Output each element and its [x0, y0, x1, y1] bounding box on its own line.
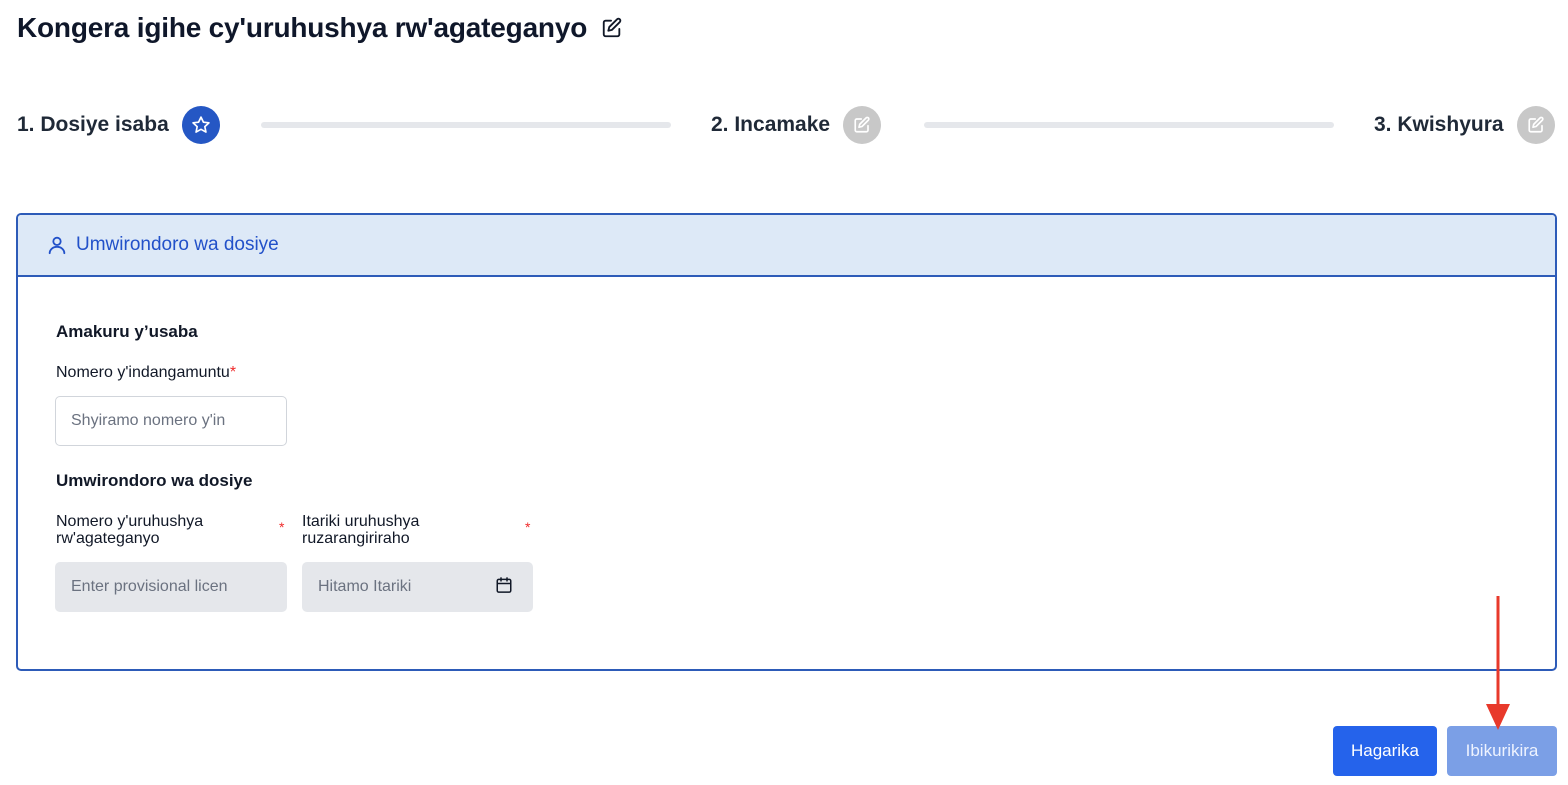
next-button[interactable]: Ibikurikira [1447, 726, 1557, 776]
step-incamake[interactable]: 2. Incamake [711, 106, 882, 144]
id-number-label: Nomero y'indangamuntu* [56, 364, 236, 381]
application-file-card: Umwirondoro wa dosiye Amakuru y’usaba No… [16, 213, 1557, 671]
cancel-button[interactable]: Hagarika [1333, 726, 1437, 776]
applicant-section-title: Amakuru y’usaba [56, 322, 198, 341]
expiry-date-label-line1: Itariki uruhushya [302, 513, 420, 530]
license-number-label: Nomero y'uruhushya rw'agateganyo [56, 513, 203, 547]
step-label: 3. Kwishyura [1374, 113, 1504, 136]
expiry-date-label-line2: ruzarangiriraho [302, 530, 410, 547]
calendar-icon[interactable] [495, 576, 513, 594]
license-number-label-line2: rw'agateganyo [56, 530, 160, 547]
page-root: Kongera igihe cy'uruhushya rw'agateganyo… [0, 0, 1568, 785]
file-section-title: Umwirondoro wa dosiye [56, 471, 253, 490]
expiry-date-label: Itariki uruhushya ruzarangiriraho [302, 513, 419, 547]
required-mark: * [279, 519, 285, 535]
edit-icon [854, 116, 870, 133]
step-status-active [181, 106, 220, 144]
stepper: 1. Dosiye isaba 2. Incamake 3. Kwishyura [17, 106, 1557, 144]
step-connector [261, 122, 671, 128]
step-connector [924, 122, 1334, 128]
provisional-license-number-input[interactable] [55, 562, 287, 612]
page-title: Kongera igihe cy'uruhushya rw'agateganyo [17, 10, 623, 46]
page-title-text: Kongera igihe cy'uruhushya rw'agateganyo [17, 12, 588, 43]
edit-title-icon[interactable] [601, 17, 623, 39]
user-icon [48, 236, 66, 255]
required-mark: * [525, 519, 531, 535]
step-dosiye-isaba[interactable]: 1. Dosiye isaba [17, 106, 220, 144]
step-status-inactive [1516, 106, 1555, 144]
card-header: Umwirondoro wa dosiye [18, 215, 1555, 277]
id-number-label-text: Nomero y'indangamuntu [56, 364, 230, 381]
step-kwishyura[interactable]: 3. Kwishyura [1374, 106, 1555, 144]
star-icon [192, 116, 210, 133]
id-number-input[interactable] [55, 396, 287, 446]
license-number-label-line1: Nomero y'uruhushya [56, 513, 204, 530]
step-status-inactive [843, 106, 882, 144]
required-mark: * [229, 364, 237, 381]
step-label: 1. Dosiye isaba [17, 113, 169, 136]
card-header-title: Umwirondoro wa dosiye [76, 234, 279, 255]
edit-icon [1527, 116, 1544, 133]
step-label: 2. Incamake [711, 113, 831, 136]
